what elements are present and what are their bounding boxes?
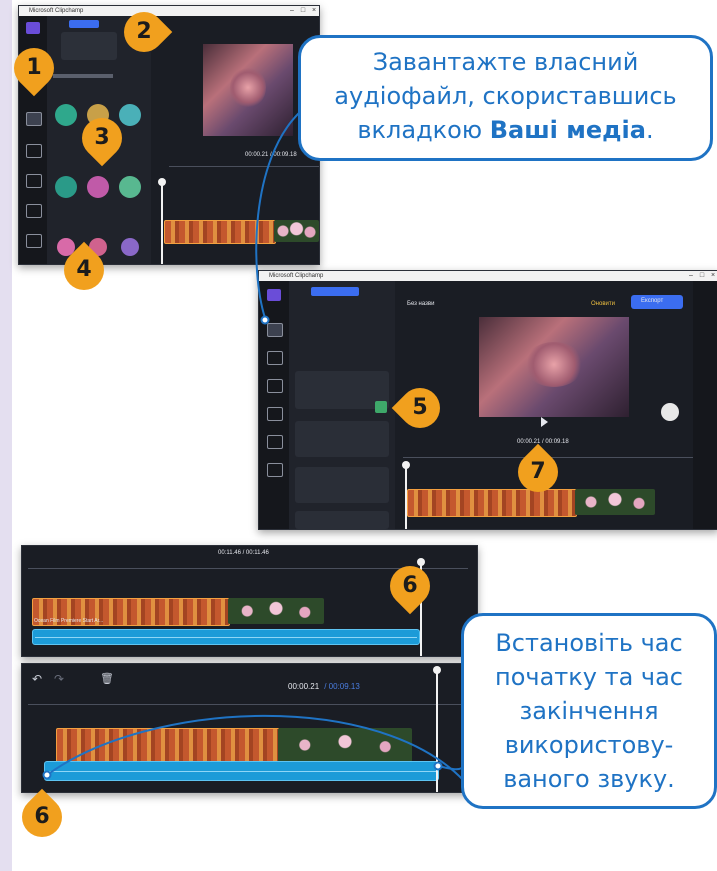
stock-media-thumb-3[interactable] bbox=[119, 104, 141, 126]
callout-times-line-4: використову- bbox=[504, 731, 674, 759]
step-marker-4: 4 bbox=[55, 241, 113, 299]
close-icon[interactable]: × bbox=[708, 271, 717, 281]
video-preview bbox=[479, 317, 629, 417]
music-thumb-3[interactable] bbox=[119, 176, 141, 198]
export-button-label: Експорт bbox=[641, 298, 664, 304]
sound-effect-thumb-3[interactable] bbox=[121, 238, 139, 256]
music-thumb-1[interactable] bbox=[55, 176, 77, 198]
video-preview bbox=[203, 44, 293, 136]
video-clip-flowers[interactable] bbox=[407, 489, 577, 517]
audio-clip-trimmed[interactable] bbox=[44, 761, 439, 781]
audio-clip[interactable] bbox=[32, 629, 420, 645]
maximize-icon[interactable]: □ bbox=[697, 271, 707, 281]
import-button[interactable] bbox=[69, 20, 99, 28]
music-thumb-2[interactable] bbox=[87, 176, 109, 198]
your-media-icon[interactable] bbox=[267, 323, 283, 337]
section-heading bbox=[53, 74, 113, 78]
minimize-icon[interactable]: – bbox=[686, 271, 696, 281]
callout-upload-line-3: вкладкою Ваші медіа. bbox=[301, 113, 710, 147]
window-titlebar: Microsoft Clipchamp – □ × bbox=[259, 271, 717, 281]
upgrade-button[interactable]: Оновити bbox=[591, 301, 615, 307]
app-logo-icon bbox=[26, 22, 40, 34]
media-item-4[interactable] bbox=[295, 511, 389, 529]
screenshot-clipchamp-media-panel: Microsoft Clipchamp – □ × 00:00.21 / 00:… bbox=[18, 5, 320, 265]
step-marker-6-bottom: 6 bbox=[13, 788, 71, 846]
callout-upload-audio: Завантажте власний аудіофайл, скориставш… bbox=[298, 35, 713, 161]
transitions-icon[interactable] bbox=[267, 463, 283, 477]
step-marker-6-top: 6 bbox=[381, 557, 439, 615]
video-clip-flowers[interactable] bbox=[164, 220, 276, 244]
help-button[interactable] bbox=[661, 403, 679, 421]
callout-set-audio-times: Встановіть час початку та час закінчення… bbox=[461, 613, 717, 809]
templates-icon[interactable] bbox=[26, 174, 42, 188]
your-media-icon[interactable] bbox=[26, 112, 42, 126]
stock-media-thumb-1[interactable] bbox=[55, 104, 77, 126]
step-marker-7: 7 bbox=[509, 443, 567, 501]
time-total: / 00:09.13 bbox=[324, 682, 360, 691]
callout-upload-line-3-bold: Ваші медіа bbox=[489, 116, 646, 144]
record-icon[interactable] bbox=[267, 351, 283, 365]
video-clip-pink-flowers[interactable] bbox=[274, 220, 319, 242]
callout-times-line-5: ваного звуку. bbox=[503, 765, 675, 793]
project-title[interactable]: Без назви bbox=[407, 301, 434, 307]
video-clip-pink-flowers[interactable] bbox=[278, 728, 412, 762]
close-icon[interactable]: × bbox=[309, 6, 319, 16]
video-clip-pink-flowers[interactable] bbox=[575, 489, 655, 515]
callout-upload-line-2: аудіофайл, скориставшись bbox=[334, 82, 677, 110]
media-item-2[interactable] bbox=[295, 421, 389, 457]
delete-icon[interactable]: 🗑 bbox=[100, 672, 114, 685]
import-media-button[interactable] bbox=[311, 287, 359, 296]
callout-upload-line-3-suffix: . bbox=[645, 116, 654, 144]
screenshot-clipchamp-audio-added: Microsoft Clipchamp – □ × Без назви Онов… bbox=[258, 270, 717, 530]
music-icon[interactable] bbox=[267, 407, 283, 421]
minimize-icon[interactable]: – bbox=[287, 6, 297, 16]
text-icon[interactable] bbox=[267, 435, 283, 449]
video-clip-pink-flowers[interactable] bbox=[228, 598, 324, 624]
media-panel bbox=[289, 281, 395, 529]
play-button[interactable] bbox=[541, 417, 548, 427]
step-marker-3: 3 bbox=[73, 109, 131, 167]
callout-upload-line-1: Завантажте власний bbox=[372, 48, 639, 76]
undo-icon[interactable]: ↶ bbox=[32, 672, 42, 686]
media-item-3[interactable] bbox=[295, 467, 389, 503]
timeline-ruler bbox=[28, 704, 468, 705]
templates-icon[interactable] bbox=[267, 379, 283, 393]
callout-times-line-1: Встановіть час bbox=[495, 629, 683, 657]
music-icon[interactable] bbox=[26, 204, 42, 218]
add-to-timeline-button[interactable] bbox=[375, 401, 387, 413]
timeline-time: 00:00.21 / 00:09.13 bbox=[288, 674, 360, 693]
right-rail bbox=[693, 281, 717, 529]
callout-times-line-3: закінчення bbox=[519, 697, 659, 725]
video-clip-flowers[interactable] bbox=[56, 728, 280, 764]
screenshot-timeline-trim: ↶ ↷ 🗑 00:00.21 / 00:09.13 bbox=[21, 663, 478, 793]
step-marker-5: 5 bbox=[391, 379, 449, 437]
time-current: 00:00.21 bbox=[288, 682, 320, 691]
step-marker-1: 1 bbox=[5, 39, 63, 97]
window-titlebar: Microsoft Clipchamp – □ × bbox=[19, 6, 319, 16]
audio-clip-label: Ocean Film Premiere Start Ar... bbox=[34, 618, 104, 624]
record-icon[interactable] bbox=[26, 144, 42, 158]
timeline-playhead[interactable] bbox=[433, 666, 441, 792]
step-marker-2: 2 bbox=[115, 3, 173, 61]
page-edge-strip bbox=[0, 0, 12, 871]
redo-icon[interactable]: ↷ bbox=[54, 672, 64, 686]
timeline-playhead[interactable] bbox=[158, 178, 166, 264]
timeline-time: 00:11.46 / 00:11.46 bbox=[218, 550, 269, 556]
timeline-time: 00:00.21 / 00:09.18 bbox=[517, 439, 569, 445]
import-dropdown[interactable] bbox=[61, 32, 117, 60]
callout-upload-line-3-prefix: вкладкою bbox=[357, 116, 483, 144]
text-icon[interactable] bbox=[26, 234, 42, 248]
left-rail bbox=[259, 281, 289, 529]
timeline-time: 00:00.21 / 00:09.18 bbox=[245, 152, 297, 158]
timeline-ruler bbox=[169, 166, 319, 167]
app-logo-icon bbox=[267, 289, 281, 301]
maximize-icon[interactable]: □ bbox=[298, 6, 308, 16]
callout-times-line-2: початку та час bbox=[495, 663, 683, 691]
